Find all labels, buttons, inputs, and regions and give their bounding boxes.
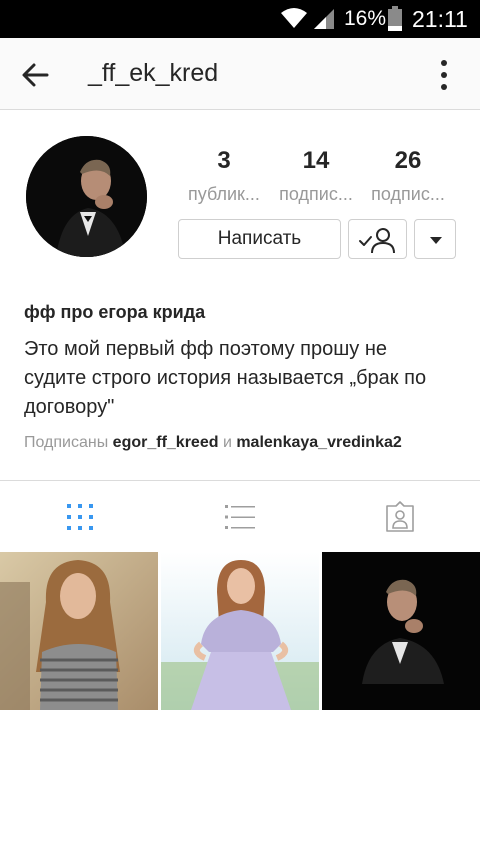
post-thumbnail[interactable]	[161, 552, 319, 710]
post-image	[0, 552, 158, 710]
person-check-icon	[359, 228, 395, 254]
followed-by-prefix: Подписаны	[24, 434, 113, 451]
suggested-dropdown-button[interactable]	[414, 219, 456, 259]
status-bar: 16% 21:11	[0, 0, 480, 38]
stat-followers-count: 14	[302, 147, 330, 174]
arrow-left-icon[interactable]	[20, 60, 50, 90]
stat-followers[interactable]: 14 подпис...	[270, 146, 362, 205]
tab-list[interactable]	[160, 481, 320, 553]
following-button[interactable]	[348, 219, 407, 259]
followed-by-account-2[interactable]: malenkaya_vredinka2	[236, 434, 401, 451]
battery-percent: 16%	[344, 7, 387, 30]
more-vertical-icon[interactable]	[432, 58, 456, 92]
grid-icon	[67, 504, 93, 530]
post-thumbnail[interactable]	[322, 552, 480, 710]
bio-full-name: фф про егора крида	[24, 302, 206, 322]
tagged-person-icon	[386, 501, 414, 532]
stat-posts[interactable]: 3 публик...	[178, 146, 270, 205]
clock: 21:11	[412, 6, 468, 32]
avatar-image	[26, 136, 147, 257]
triangle-down-icon	[430, 237, 442, 244]
battery-icon	[388, 6, 402, 31]
followed-by-account-1[interactable]: egor_ff_kreed	[113, 434, 219, 451]
tab-tagged[interactable]	[320, 481, 480, 553]
wifi-icon	[281, 8, 307, 28]
stat-posts-count: 3	[217, 147, 231, 174]
tab-grid[interactable]	[0, 481, 160, 553]
list-icon	[225, 505, 255, 529]
signal-icon	[314, 9, 334, 29]
profile-avatar[interactable]	[26, 136, 147, 257]
stat-following[interactable]: 26 подпис...	[362, 146, 454, 205]
stat-followers-label: подпис...	[279, 184, 353, 204]
profile-username-title: _ff_ek_kred	[88, 59, 219, 87]
app-bar: _ff_ek_kred	[0, 38, 480, 110]
stat-following-label: подпис...	[371, 184, 445, 204]
post-image	[161, 552, 319, 710]
stat-posts-label: публик...	[188, 184, 260, 204]
post-image	[322, 552, 480, 710]
message-button[interactable]: Написать	[178, 219, 341, 259]
stat-following-count: 26	[394, 147, 422, 174]
post-thumbnail[interactable]	[0, 552, 158, 710]
profile-tabs	[0, 480, 480, 552]
followed-by: Подписаны egor_ff_kreed и malenkaya_vred…	[24, 434, 402, 452]
bio-description: Это мой первый фф поэтому прошу не судит…	[24, 338, 427, 418]
followed-by-joiner: и	[218, 434, 237, 451]
